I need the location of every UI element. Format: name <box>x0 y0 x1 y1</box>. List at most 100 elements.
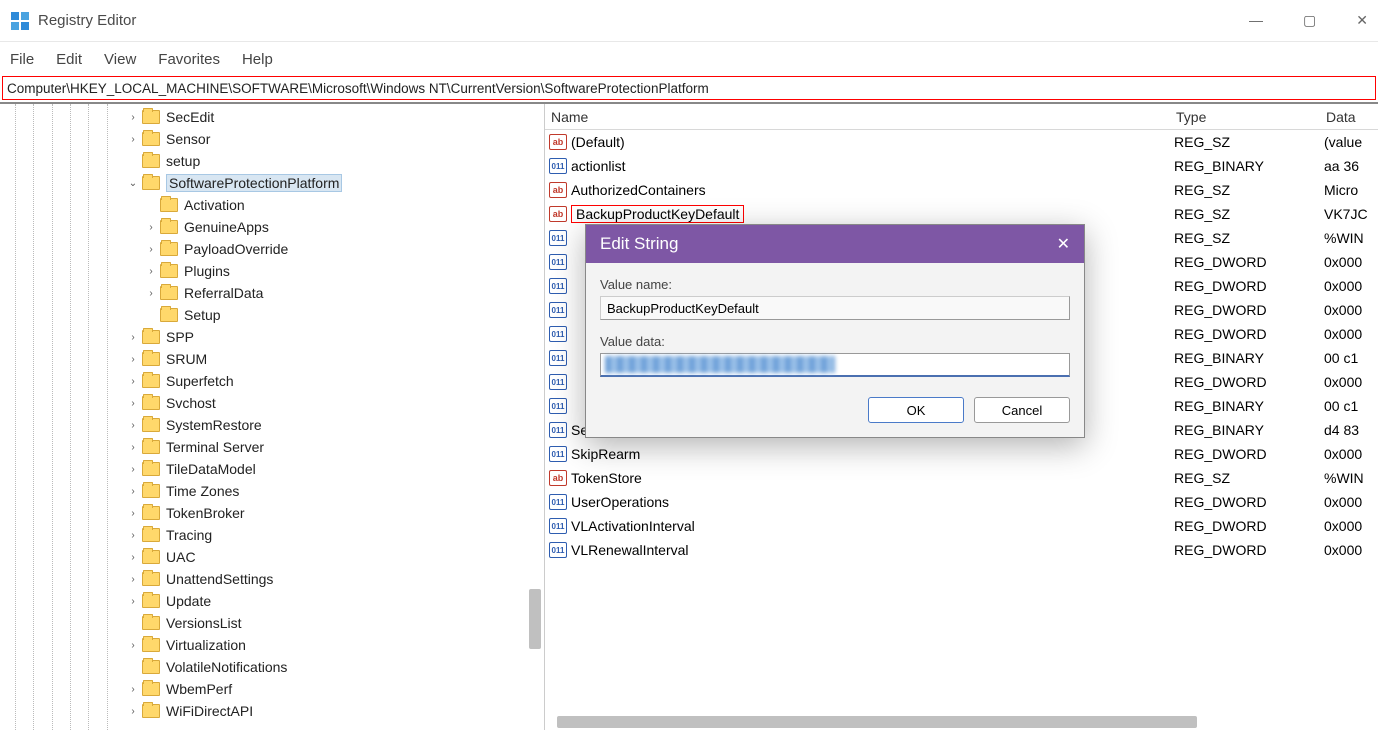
value-type: REG_SZ <box>1174 182 1324 198</box>
tree-node[interactable]: ⌄ SoftwareProtectionPlatform <box>0 172 544 194</box>
tree-pane[interactable]: › SecEdit ›Sensorsetup ⌄ SoftwareProtectionP… <box>0 104 545 730</box>
chevron-icon[interactable]: › <box>126 706 140 717</box>
value-data: VK7JC <box>1324 206 1378 222</box>
chevron-icon[interactable]: › <box>126 486 140 497</box>
value-row[interactable]: abTokenStoreREG_SZ%WIN <box>545 466 1378 490</box>
chevron-icon[interactable]: › <box>126 464 140 475</box>
dialog-title: Edit String <box>600 234 678 254</box>
address-bar[interactable]: Computer\HKEY_LOCAL_MACHINE\SOFTWARE\Mic… <box>2 76 1376 100</box>
chevron-icon[interactable]: › <box>144 266 158 277</box>
col-data[interactable]: Data <box>1320 109 1378 125</box>
chevron-icon[interactable]: › <box>126 354 140 365</box>
tree-node[interactable]: ›TokenBroker <box>0 502 544 524</box>
chevron-icon[interactable]: › <box>126 134 140 145</box>
value-data-field[interactable] <box>600 353 1070 377</box>
value-data: d4 83 <box>1324 422 1378 438</box>
cancel-button[interactable]: Cancel <box>974 397 1070 423</box>
menu-edit[interactable]: Edit <box>56 51 82 68</box>
chevron-icon[interactable]: › <box>126 508 140 519</box>
tree-node[interactable]: ›SRUM <box>0 348 544 370</box>
string-icon: ab <box>549 182 567 198</box>
tree-node[interactable]: ›WbemPerf <box>0 678 544 700</box>
value-type: REG_BINARY <box>1174 350 1324 366</box>
chevron-icon[interactable]: › <box>144 244 158 255</box>
chevron-icon[interactable]: › <box>144 288 158 299</box>
tree-node-label: Update <box>166 593 211 609</box>
tree-node[interactable]: ›GenuineApps <box>0 216 544 238</box>
tree-node[interactable]: ›TileDataModel <box>0 458 544 480</box>
chevron-icon[interactable]: › <box>126 596 140 607</box>
menu-file[interactable]: File <box>10 51 34 68</box>
dialog-close-icon[interactable]: ✕ <box>1057 234 1070 254</box>
tree-node[interactable]: ›Tracing <box>0 524 544 546</box>
tree-node[interactable]: › SecEdit <box>0 106 544 128</box>
chevron-icon[interactable]: › <box>126 640 140 651</box>
chevron-icon[interactable]: › <box>126 574 140 585</box>
value-data: 00 c1 <box>1324 398 1378 414</box>
tree-node[interactable]: › Svchost <box>0 392 544 414</box>
value-row[interactable]: 011VLActivationIntervalREG_DWORD0x000 <box>545 514 1378 538</box>
value-row[interactable]: abBackupProductKeyDefaultREG_SZVK7JC <box>545 202 1378 226</box>
minimize-button[interactable]: — <box>1249 12 1263 29</box>
col-type[interactable]: Type <box>1170 109 1320 125</box>
tree-node[interactable]: VersionsList <box>0 612 544 634</box>
chevron-icon[interactable]: › <box>126 552 140 563</box>
tree-node[interactable]: setup <box>0 150 544 172</box>
tree-node[interactable]: ›SystemRestore <box>0 414 544 436</box>
binary-icon: 011 <box>549 254 567 270</box>
tree-node[interactable]: ›Plugins <box>0 260 544 282</box>
value-name-field[interactable] <box>600 296 1070 320</box>
list-scrollbar-thumb[interactable] <box>557 716 1197 728</box>
col-name[interactable]: Name <box>545 109 1170 125</box>
tree-node[interactable]: ›SPP <box>0 326 544 348</box>
folder-icon <box>142 374 160 388</box>
value-row[interactable]: 011actionlistREG_BINARYaa 36 <box>545 154 1378 178</box>
chevron-icon[interactable]: › <box>126 398 140 409</box>
chevron-icon[interactable]: › <box>126 442 140 453</box>
tree-node[interactable]: ›Sensor <box>0 128 544 150</box>
value-data: 0x000 <box>1324 302 1378 318</box>
tree-node[interactable]: VolatileNotifications <box>0 656 544 678</box>
chevron-icon[interactable]: ⌄ <box>126 178 140 189</box>
value-row[interactable]: abAuthorizedContainersREG_SZMicro <box>545 178 1378 202</box>
tree-node[interactable]: ›Time Zones <box>0 480 544 502</box>
dialog-titlebar[interactable]: Edit String ✕ <box>586 225 1084 263</box>
tree-node[interactable]: ›ReferralData <box>0 282 544 304</box>
tree-node-label: SecEdit <box>166 109 214 125</box>
tree-node-label: Svchost <box>166 395 216 411</box>
value-type: REG_DWORD <box>1174 278 1324 294</box>
chevron-icon[interactable]: › <box>144 222 158 233</box>
tree-node[interactable]: ›Terminal Server <box>0 436 544 458</box>
value-row[interactable]: 011UserOperationsREG_DWORD0x000 <box>545 490 1378 514</box>
folder-icon <box>160 220 178 234</box>
ok-button[interactable]: OK <box>868 397 964 423</box>
folder-icon <box>160 286 178 300</box>
tree-node[interactable]: › Superfetch <box>0 370 544 392</box>
maximize-button[interactable]: ▢ <box>1303 12 1316 29</box>
chevron-icon[interactable]: › <box>126 376 140 387</box>
tree-node-label: SoftwareProtectionPlatform <box>166 174 342 192</box>
tree-node-label: Superfetch <box>166 373 234 389</box>
binary-icon: 011 <box>549 230 567 246</box>
tree-scrollbar-thumb[interactable] <box>529 589 541 649</box>
value-row[interactable]: 011SkipRearmREG_DWORD0x000 <box>545 442 1378 466</box>
chevron-icon[interactable]: › <box>126 420 140 431</box>
tree-node[interactable]: ›UnattendSettings <box>0 568 544 590</box>
value-row[interactable]: ab(Default)REG_SZ(value <box>545 130 1378 154</box>
chevron-icon[interactable]: › <box>126 684 140 695</box>
tree-node[interactable]: ›UAC <box>0 546 544 568</box>
tree-node[interactable]: Setup <box>0 304 544 326</box>
value-row[interactable]: 011VLRenewalIntervalREG_DWORD0x000 <box>545 538 1378 562</box>
tree-node[interactable]: Activation <box>0 194 544 216</box>
chevron-icon[interactable]: › <box>126 112 140 123</box>
chevron-icon[interactable]: › <box>126 332 140 343</box>
tree-node[interactable]: ›WiFiDirectAPI <box>0 700 544 722</box>
tree-node[interactable]: › Update <box>0 590 544 612</box>
menu-view[interactable]: View <box>104 51 136 68</box>
tree-node[interactable]: ›Virtualization <box>0 634 544 656</box>
menu-favorites[interactable]: Favorites <box>158 51 220 68</box>
close-button[interactable]: ✕ <box>1356 12 1368 29</box>
menu-help[interactable]: Help <box>242 51 273 68</box>
tree-node[interactable]: ›PayloadOverride <box>0 238 544 260</box>
chevron-icon[interactable]: › <box>126 530 140 541</box>
